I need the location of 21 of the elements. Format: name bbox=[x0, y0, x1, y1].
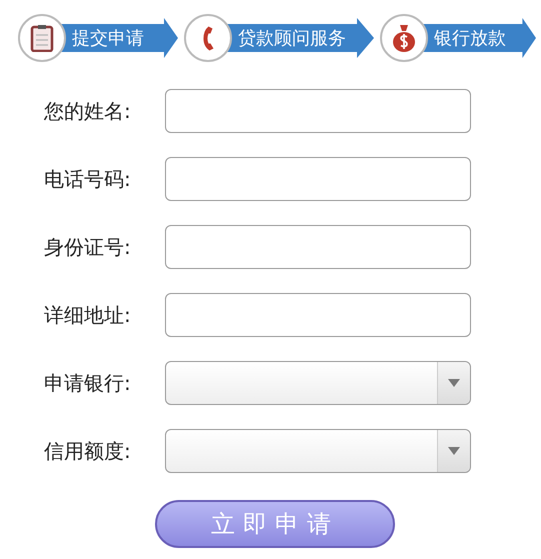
dropdown-field[interactable] bbox=[165, 361, 471, 405]
phone-icon bbox=[202, 26, 214, 50]
submit-button[interactable]: 立即申请 bbox=[155, 500, 395, 548]
caret-icon bbox=[448, 447, 460, 455]
money-bag-icon bbox=[391, 23, 417, 53]
dropdown-field[interactable] bbox=[165, 429, 471, 473]
field-label: 您的姓名: bbox=[44, 98, 132, 124]
input-field[interactable] bbox=[165, 89, 471, 133]
field-label: 申请银行: bbox=[44, 370, 132, 396]
step-label: 提交申请 bbox=[72, 27, 144, 50]
field-label: 电话号码: bbox=[44, 166, 132, 192]
caret-icon bbox=[448, 379, 460, 387]
field-label: 信用额度: bbox=[44, 438, 132, 464]
input-field[interactable] bbox=[165, 157, 471, 201]
field-label: 身份证号: bbox=[44, 234, 132, 260]
input-field[interactable] bbox=[165, 293, 471, 337]
input-field[interactable] bbox=[165, 225, 471, 269]
field-label: 详细地址: bbox=[44, 302, 132, 328]
step-label: 银行放款 bbox=[434, 27, 506, 50]
step-label: 贷款顾问服务 bbox=[238, 27, 346, 50]
clipboard-icon bbox=[30, 24, 54, 52]
